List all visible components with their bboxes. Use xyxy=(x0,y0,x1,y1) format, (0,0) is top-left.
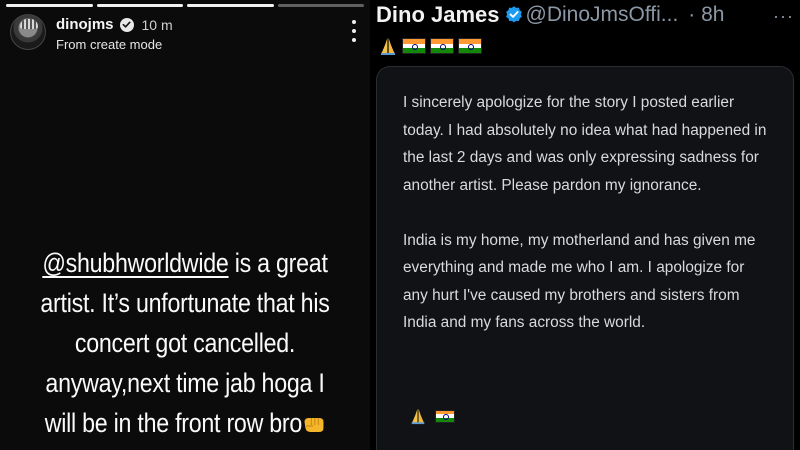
tweet-emoji-row xyxy=(378,36,482,56)
india-flag-icon xyxy=(435,409,455,423)
folded-hands-icon xyxy=(381,38,395,55)
author-handle[interactable]: @DinoJmsOffi... xyxy=(526,3,679,26)
author-name[interactable]: Dino James xyxy=(376,2,500,27)
story-progress-bar xyxy=(6,4,364,7)
verified-badge-icon xyxy=(119,17,134,32)
verified-badge-icon xyxy=(505,6,522,23)
india-flag-icon xyxy=(402,38,426,54)
story-progress-segment xyxy=(96,4,183,7)
story-subtitle: From create mode xyxy=(56,37,163,52)
card-emoji-row xyxy=(409,407,455,425)
instagram-story: dinojms 10 m From create mode @shubhworl… xyxy=(0,0,370,450)
apology-paragraph-1: I sincerely apologize for the story I po… xyxy=(403,94,767,194)
apology-text: I sincerely apologize for the story I po… xyxy=(403,89,773,337)
folded-hands-icon xyxy=(411,408,425,425)
story-header: dinojms 10 m From create mode xyxy=(10,12,360,56)
story-username[interactable]: dinojms xyxy=(56,16,114,33)
apology-paragraph-2: India is my home, my motherland and has … xyxy=(403,231,756,332)
avatar[interactable] xyxy=(10,14,46,50)
india-flag-icon xyxy=(430,38,454,54)
more-options-icon[interactable]: ··· xyxy=(773,6,794,27)
attached-image-card[interactable]: I sincerely apologize for the story I po… xyxy=(376,66,794,450)
tweet-timestamp[interactable]: · 8h xyxy=(688,3,724,26)
story-user-line: dinojms 10 m xyxy=(56,16,173,33)
story-progress-segment xyxy=(187,4,274,7)
story-progress-segment xyxy=(6,4,93,7)
more-options-icon[interactable] xyxy=(348,20,360,42)
story-timestamp: 10 m xyxy=(141,16,173,33)
story-caption: @shubhworldwide is a great artist. It’s … xyxy=(31,243,339,443)
tweet: Dino James @DinoJmsOffi... · 8h ··· I sin… xyxy=(370,0,800,450)
mention-link[interactable]: @shubhworldwide xyxy=(42,248,228,278)
story-progress-segment xyxy=(277,4,364,7)
left-facing-fist-icon xyxy=(304,418,324,432)
india-flag-icon xyxy=(458,38,482,54)
tweet-header: Dino James @DinoJmsOffi... · 8h xyxy=(376,2,794,30)
